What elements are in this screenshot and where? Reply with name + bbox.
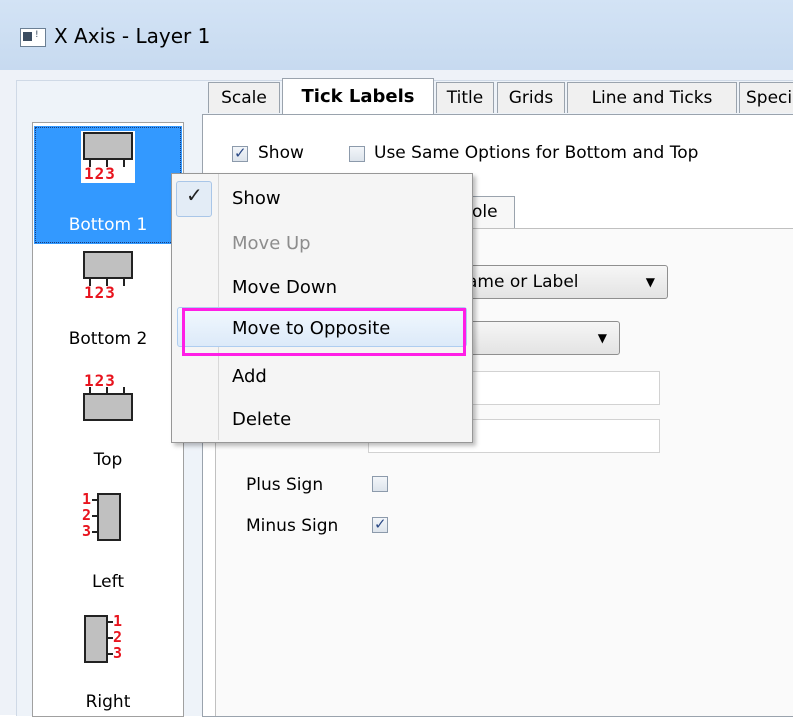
tab-line-and-ticks[interactable]: Line and Ticks xyxy=(567,82,737,113)
minus-sign-checkbox[interactable]: ✓ xyxy=(372,515,388,533)
axis-list[interactable]: 123 Bottom 1 123 Bottom 2 123 Top 1 2 3 xyxy=(32,122,184,717)
show-checkbox-label: Show xyxy=(258,143,304,163)
axis-list-item-label: Bottom 2 xyxy=(68,329,148,349)
axis-bottom-icon: 123 xyxy=(81,251,135,302)
menu-item-add[interactable]: Add xyxy=(232,366,267,387)
chevron-down-icon: ▼ xyxy=(597,331,607,345)
window-app-icon: ! xyxy=(20,28,46,47)
tab-special[interactable]: Speci xyxy=(739,82,793,113)
plus-sign-label: Plus Sign xyxy=(246,475,324,495)
tab-grids[interactable]: Grids xyxy=(497,82,565,113)
chevron-down-icon: ▼ xyxy=(645,275,655,289)
annotation-highlight-box xyxy=(182,308,466,356)
axis-left-icon: 1 2 3 xyxy=(82,491,122,545)
tab-scale[interactable]: Scale xyxy=(208,82,280,113)
same-options-label: Use Same Options for Bottom and Top xyxy=(374,143,699,163)
tab-strip: Scale Tick Labels Title Grids Line and T… xyxy=(205,78,793,115)
axis-list-item-bottom-2[interactable]: 123 Bottom 2 xyxy=(34,251,182,351)
axis-list-item-top[interactable]: 123 Top xyxy=(34,371,182,471)
tab-tick-labels[interactable]: Tick Labels xyxy=(282,78,434,115)
axis-list-item-label: Top xyxy=(93,450,123,470)
axis-list-item-label: Bottom 1 xyxy=(68,215,148,235)
axis-list-item-bottom-1[interactable]: 123 Bottom 1 xyxy=(34,126,182,244)
axis-list-item-label: Left xyxy=(92,572,124,592)
checkmark-icon: ✓ xyxy=(186,183,203,207)
same-options-checkbox[interactable] xyxy=(349,146,365,162)
subtab-label: ole xyxy=(472,202,498,222)
axis-top-icon: 123 xyxy=(81,371,135,421)
axis-bottom-icon: 123 xyxy=(81,131,135,183)
axis-list-item-left[interactable]: 1 2 3 Left xyxy=(34,491,182,598)
axis-right-icon: 1 2 3 xyxy=(84,613,126,667)
menu-item-move-up[interactable]: Move Up xyxy=(232,233,311,254)
show-checkbox[interactable]: ✓ xyxy=(232,144,248,162)
tab-title[interactable]: Title xyxy=(436,82,494,113)
menu-item-show[interactable]: Show xyxy=(232,188,281,209)
minus-sign-label: Minus Sign xyxy=(246,516,339,536)
menu-item-delete[interactable]: Delete xyxy=(232,409,291,430)
axis-list-item-label: Right xyxy=(85,692,131,712)
axis-list-item-right[interactable]: 1 2 3 Right xyxy=(34,613,182,715)
window-title: X Axis - Layer 1 xyxy=(54,24,211,48)
plus-sign-checkbox[interactable] xyxy=(372,476,388,492)
menu-item-move-down[interactable]: Move Down xyxy=(232,277,337,298)
